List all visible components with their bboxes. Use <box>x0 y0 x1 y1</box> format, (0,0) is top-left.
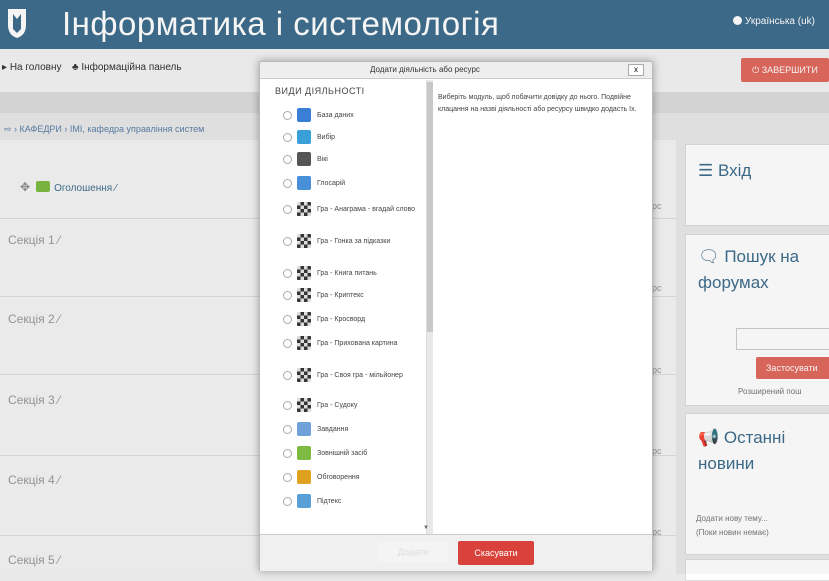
activity-label: Гра - Книга питань <box>317 269 377 277</box>
activity-label: Гра - Прихована картина <box>317 339 398 347</box>
wiki-icon <box>297 152 311 166</box>
activity-radio[interactable] <box>283 496 292 506</box>
activity-label: Вікі <box>317 155 328 163</box>
cancel-button[interactable]: Скасувати <box>458 541 534 565</box>
assignment-icon <box>297 422 311 436</box>
question-icon <box>297 130 311 144</box>
dialog-footer: Додати Скасувати <box>260 534 652 571</box>
activity-label: Гра - Кросворд <box>317 315 366 323</box>
activity-radio[interactable] <box>283 178 292 188</box>
activity-list-scrollbar[interactable] <box>426 80 433 535</box>
activity-item[interactable]: Завдання <box>275 418 348 440</box>
activity-item[interactable]: Вибір <box>275 126 335 148</box>
activity-label: Гра - Своя гра - мільйонер <box>317 371 403 379</box>
activity-radio[interactable] <box>283 370 292 380</box>
activity-label: Вибір <box>317 133 336 141</box>
activity-radio[interactable] <box>283 424 292 434</box>
add-activity-dialog: Додати діяльність або ресурс x ВИДИ ДІЯЛ… <box>259 61 653 571</box>
activity-radio[interactable] <box>283 110 292 120</box>
activity-radio[interactable] <box>283 268 292 278</box>
activity-radio[interactable] <box>283 338 292 348</box>
activity-item[interactable]: Гра - Книга питань <box>275 262 377 284</box>
activity-label: Гра - Криптекс <box>317 291 364 299</box>
activity-label: Завдання <box>317 425 349 433</box>
activity-radio[interactable] <box>283 448 292 458</box>
activity-item[interactable]: Гра - Гонка за підказки <box>275 230 390 252</box>
activity-list[interactable]: База даних Вибір Вікі Глосарій Гра - Анаграм… <box>275 104 425 534</box>
activity-list-heading: ВИДИ ДІЯЛЬНОСТІ <box>275 86 365 96</box>
dialog-header: Додати діяльність або ресурс x <box>260 62 652 79</box>
activity-item[interactable]: Глосарій <box>275 172 345 194</box>
activity-label: Обговорення <box>317 473 360 481</box>
add-button[interactable]: Додати <box>378 541 448 563</box>
close-icon[interactable]: x <box>628 64 644 76</box>
activity-item[interactable]: Вікі <box>275 148 328 170</box>
activity-item[interactable]: База даних <box>275 104 354 126</box>
activity-label: Підтекс <box>317 497 342 505</box>
activity-item[interactable]: Гра - Кросворд <box>275 308 365 330</box>
activity-item[interactable]: Гра - Анаграма - вгадай слово <box>275 198 415 220</box>
database-icon <box>297 108 311 122</box>
activity-item[interactable]: Зовнішній засіб <box>275 442 367 464</box>
activity-label: Глосарій <box>317 179 346 187</box>
activity-item[interactable]: Гра - Своя гра - мільйонер <box>275 364 403 386</box>
activity-label: Гра - Судоку <box>317 401 358 409</box>
activity-label: Гра - Гонка за підказки <box>317 237 391 245</box>
game-icon <box>297 234 311 248</box>
activity-radio[interactable] <box>283 204 292 214</box>
activity-label: Гра - Анаграма - вгадай слово <box>317 205 416 213</box>
activity-item[interactable]: Гра - Прихована картина <box>275 332 398 354</box>
activity-item[interactable]: Гра - Криптекс <box>275 284 364 306</box>
puzzle-icon <box>297 446 311 460</box>
activity-radio[interactable] <box>283 314 292 324</box>
activity-radio[interactable] <box>283 472 292 482</box>
game-icon <box>297 336 311 350</box>
game-icon <box>297 266 311 280</box>
people-icon <box>297 494 311 508</box>
activity-label: Зовнішній засіб <box>317 449 368 457</box>
activity-item[interactable]: Гра - Судоку <box>275 394 357 416</box>
game-icon <box>297 368 311 382</box>
activity-radio[interactable] <box>283 400 292 410</box>
game-icon <box>297 398 311 412</box>
scrollbar-thumb[interactable] <box>427 82 433 332</box>
dialog-title: Додати діяльність або ресурс <box>370 65 480 74</box>
activity-item[interactable]: Підтекс <box>275 490 341 512</box>
glossary-icon <box>297 176 311 190</box>
activity-radio[interactable] <box>283 290 292 300</box>
module-help-text: Виберіть модуль, щоб побачити довідку до… <box>438 94 637 113</box>
activity-label: База даних <box>317 111 354 119</box>
activity-radio[interactable] <box>283 132 292 142</box>
activity-item[interactable]: Обговорення <box>275 466 360 488</box>
scroll-down-icon[interactable]: ▼ <box>423 525 429 531</box>
game-icon <box>297 202 311 216</box>
game-icon <box>297 312 311 326</box>
activity-radio[interactable] <box>283 236 292 246</box>
activity-radio[interactable] <box>283 154 292 164</box>
chart-icon <box>297 470 311 484</box>
game-icon <box>297 288 311 302</box>
